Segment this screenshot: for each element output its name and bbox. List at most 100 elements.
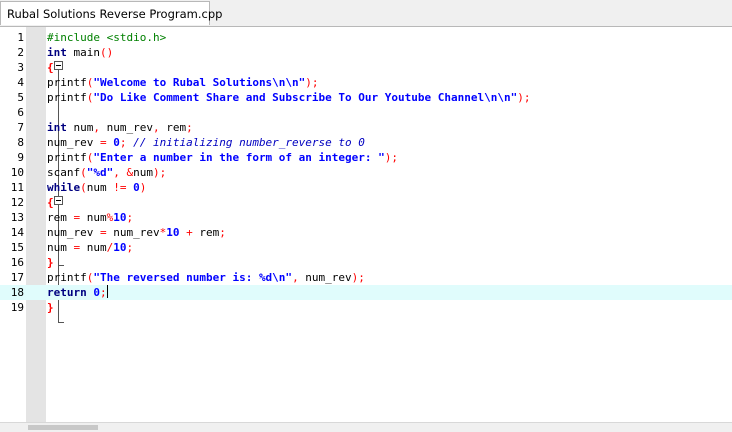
line-number: 9 <box>17 151 24 164</box>
code-token: "%d" <box>86 166 114 179</box>
code-line[interactable]: 8 num_rev = 0; // initializing number_rev… <box>0 135 732 150</box>
code-token: ( <box>80 181 87 194</box>
code-token: num_rev <box>298 271 352 284</box>
code-token: ; <box>126 211 134 224</box>
text-cursor <box>106 285 108 298</box>
code-text: } <box>47 255 54 270</box>
code-token: num_rev <box>47 226 100 239</box>
code-token: + <box>186 226 193 239</box>
code-text: num = num/10; <box>47 240 133 255</box>
code-editor[interactable]: 1 #include <stdio.h> 2 int main() 3{4 printf(… <box>0 26 732 422</box>
code-token: num <box>80 241 107 254</box>
code-token: , <box>152 121 160 134</box>
line-number: 19 <box>10 301 24 314</box>
line-number: 1 <box>17 31 24 44</box>
code-line[interactable]: 18 return 0; <box>0 285 732 300</box>
code-token: ; <box>100 286 107 299</box>
code-token: , <box>292 271 299 284</box>
code-line[interactable]: 4 printf("Welcome to Rubal Solutions\n\n"… <box>0 75 732 90</box>
code-line[interactable]: 19} <box>0 300 732 315</box>
fold-end-marker <box>58 322 64 323</box>
code-token: 0 <box>93 286 100 299</box>
code-token: num_rev <box>47 136 100 149</box>
code-token: num <box>47 241 74 254</box>
code-token: ) <box>139 181 147 194</box>
code-token: ); <box>305 76 319 89</box>
code-token: { <box>47 61 54 74</box>
line-number: 15 <box>10 241 24 254</box>
code-line[interactable]: 2 int main() <box>0 45 732 60</box>
code-token: 10 <box>166 226 180 239</box>
line-number: 4 <box>17 76 24 89</box>
code-token: printf <box>47 271 87 284</box>
code-token: () <box>100 46 114 59</box>
line-number: 14 <box>10 226 24 239</box>
code-line[interactable]: 15 num = num/10; <box>0 240 732 255</box>
code-text: scanf("%d", &num); <box>47 165 166 180</box>
code-token: ; <box>219 226 226 239</box>
code-text: rem = num%10; <box>47 210 133 225</box>
code-text: printf("The reversed number is: %d\n", n… <box>47 270 365 285</box>
line-number: 18 <box>10 286 24 299</box>
code-token: 10 <box>113 241 127 254</box>
code-token: , <box>113 166 120 179</box>
code-text: int main() <box>47 45 113 60</box>
code-line[interactable]: 17 printf("The reversed number is: %d\n",… <box>0 270 732 285</box>
line-number: 17 <box>10 271 24 284</box>
code-text: return 0; <box>47 285 108 300</box>
code-line[interactable]: 14 num_rev = num_rev*10 + rem; <box>0 225 732 240</box>
code-token: num <box>80 211 107 224</box>
scrollbar-thumb[interactable] <box>28 425 98 430</box>
code-token: 0 <box>133 181 140 194</box>
code-token: return <box>47 286 87 299</box>
code-token: num <box>133 166 153 179</box>
line-number: 6 <box>17 106 24 119</box>
code-line[interactable]: 6 <box>0 105 732 120</box>
line-number: 3 <box>17 61 24 74</box>
code-line[interactable]: 10 scanf("%d", &num); <box>0 165 732 180</box>
code-token: int <box>47 46 67 59</box>
line-number: 8 <box>17 136 24 149</box>
code-token: ; <box>126 241 134 254</box>
code-line[interactable]: 13 rem = num%10; <box>0 210 732 225</box>
code-text: printf("Do Like Comment Share and Subscr… <box>47 90 530 105</box>
code-token: "The reversed number is: %d\n" <box>93 271 293 284</box>
line-number: 13 <box>10 211 24 224</box>
tab-bar: Rubal Solutions Reverse Program.cpp <box>0 0 732 26</box>
code-line[interactable]: 1 #include <stdio.h> <box>0 30 732 45</box>
code-line[interactable]: 11 while(num != 0) <box>0 180 732 195</box>
code-token: ); <box>517 91 531 104</box>
code-token: num_rev <box>106 226 160 239</box>
code-token: } <box>47 301 54 314</box>
code-token: printf <box>47 151 87 164</box>
code-text: } <box>47 300 54 315</box>
code-line[interactable]: 7 int num, num_rev, rem; <box>0 120 732 135</box>
code-token: = <box>99 136 107 149</box>
file-tab[interactable]: Rubal Solutions Reverse Program.cpp <box>0 1 222 25</box>
code-text: #include <stdio.h> <box>47 30 166 45</box>
code-token: ); <box>384 151 399 164</box>
code-token: int <box>47 121 67 134</box>
code-token: 10 <box>113 211 127 224</box>
code-line[interactable]: 16} <box>0 255 732 270</box>
code-token: // initializing number_reverse to 0 <box>133 136 365 149</box>
line-number: 10 <box>10 166 24 179</box>
code-line[interactable]: 5 printf("Do Like Comment Share and Subsc… <box>0 90 732 105</box>
code-text: printf("Enter a number in the form of an… <box>47 150 398 165</box>
code-token: rem <box>192 226 220 239</box>
code-token: num <box>66 121 94 134</box>
line-number: 7 <box>17 121 24 134</box>
code-text: while(num != 0) <box>47 180 146 195</box>
code-token: printf <box>47 76 87 89</box>
line-number: 11 <box>10 181 24 194</box>
code-token: printf <box>47 91 87 104</box>
code-token: 0 <box>113 136 120 149</box>
code-text: int num, num_rev, rem; <box>47 120 193 135</box>
line-number: 5 <box>17 91 24 104</box>
code-line[interactable]: 12 { <box>0 195 732 210</box>
code-line[interactable]: 3{ <box>0 60 732 75</box>
code-line[interactable]: 9 printf("Enter a number in the form of a… <box>0 150 732 165</box>
code-text: num_rev = num_rev*10 + rem; <box>47 225 226 240</box>
line-number: 12 <box>10 196 24 209</box>
